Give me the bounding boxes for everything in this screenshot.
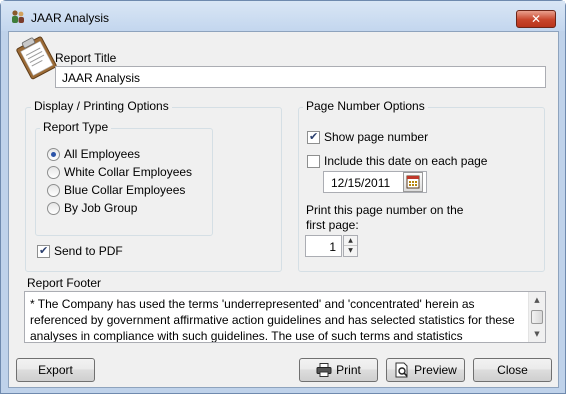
radio-by-job-group[interactable]: By Job Group [47, 200, 137, 216]
close-button-label: Close [497, 363, 528, 377]
radio-button[interactable] [47, 165, 60, 179]
export-button[interactable]: Export [16, 358, 95, 382]
dialog-content: Report Title JAAR Analysis Display / Pri… [8, 31, 559, 388]
printer-icon [316, 363, 332, 377]
checkbox[interactable] [37, 244, 50, 258]
page-number-options-label: Page Number Options [303, 99, 428, 113]
preview-button-label: Preview [414, 363, 457, 377]
spin-down-arrow-icon[interactable]: ▼ [344, 246, 357, 256]
print-button-label: Print [336, 363, 361, 377]
report-type-label: Report Type [40, 120, 112, 134]
scroll-down-arrow-icon[interactable]: ▼ [529, 326, 545, 342]
calendar-button[interactable] [403, 172, 423, 192]
display-options-label: Display / Printing Options [31, 99, 172, 113]
radio-white-collar[interactable]: White Collar Employees [47, 164, 192, 180]
scroll-up-arrow-icon[interactable]: ▲ [529, 292, 545, 308]
radio-label: Blue Collar Employees [64, 183, 186, 197]
spin-up-arrow-icon[interactable]: ▲ [344, 236, 357, 246]
report-footer-label: Report Footer [27, 276, 102, 290]
clipboard-icon [16, 36, 57, 80]
window-title: JAAR Analysis [31, 11, 110, 25]
show-page-number-checkbox[interactable]: Show page number [307, 129, 428, 145]
checkbox-label: Include this date on each page [324, 154, 488, 168]
preview-icon [395, 362, 408, 378]
checkbox[interactable] [307, 154, 320, 168]
start-page-label-line1: Print this page number on the [306, 203, 464, 217]
close-button[interactable]: Close [473, 358, 552, 382]
send-to-pdf-checkbox[interactable]: Send to PDF [37, 243, 123, 259]
calendar-icon [406, 175, 420, 189]
report-footer-textarea[interactable]: * The Company has used the terms 'underr… [24, 291, 546, 343]
window-close-button[interactable]: ✕ [516, 10, 556, 28]
print-button[interactable]: Print [299, 358, 378, 382]
radio-label: White Collar Employees [64, 165, 193, 179]
radio-button[interactable] [47, 183, 60, 197]
start-page-spinner[interactable]: ▲ ▼ [343, 235, 358, 257]
include-date-checkbox[interactable]: Include this date on each page [307, 153, 487, 169]
export-button-label: Export [38, 363, 73, 377]
footer-scrollbar[interactable]: ▲ ▼ [528, 292, 545, 342]
checkbox[interactable] [307, 130, 320, 144]
radio-label: By Job Group [64, 201, 138, 215]
checkbox-label: Show page number [324, 130, 429, 144]
preview-button[interactable]: Preview [386, 358, 465, 382]
start-page-label-line2: first page: [306, 218, 359, 232]
radio-button[interactable] [47, 147, 60, 161]
report-footer-text: * The Company has used the terms 'underr… [30, 297, 515, 343]
title-bar[interactable]: JAAR Analysis ✕ [1, 1, 565, 31]
report-title-label: Report Title [55, 51, 117, 65]
report-title-input[interactable]: JAAR Analysis [55, 66, 546, 88]
scroll-thumb[interactable] [531, 310, 543, 324]
radio-all-employees[interactable]: All Employees [47, 146, 140, 162]
checkbox-label: Send to PDF [54, 244, 123, 258]
start-page-input[interactable]: 1 [305, 235, 342, 257]
people-icon [12, 10, 24, 23]
radio-label: All Employees [64, 147, 141, 161]
radio-button[interactable] [47, 201, 60, 215]
radio-blue-collar[interactable]: Blue Collar Employees [47, 182, 185, 198]
dialog-window: JAAR Analysis ✕ Report Title JAAR Analys… [0, 0, 566, 394]
